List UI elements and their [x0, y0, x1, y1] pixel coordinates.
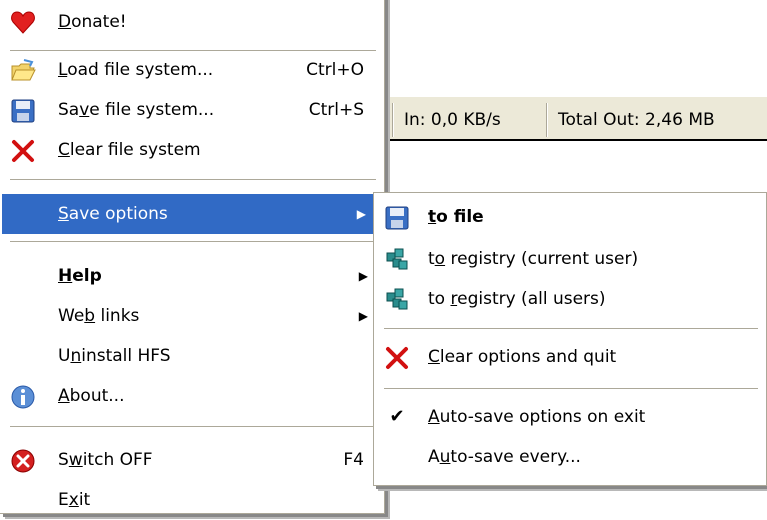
floppy-disk-icon	[10, 98, 36, 124]
submenu-arrow-icon: ▶	[356, 207, 366, 221]
menu-item-clear-file-system[interactable]: Clear file system	[0, 130, 384, 170]
checkmark-icon: ✔	[389, 406, 405, 427]
red-x-icon	[384, 345, 410, 371]
submenu-item-clear-options-quit[interactable]: Clear options and quit	[374, 337, 766, 377]
stop-icon	[10, 448, 36, 474]
submenu-item-auto-save-on-exit[interactable]: ✔ Auto-save options on exit	[374, 397, 766, 437]
registry-icon	[384, 287, 410, 313]
menu-separator	[384, 388, 758, 389]
menu-item-about[interactable]: About...	[0, 376, 384, 416]
status-bar: In: 0,0 KB/s Total Out: 2,46 MB	[383, 97, 767, 141]
status-in: In: 0,0 KB/s	[393, 103, 501, 137]
status-total-out: Total Out: 2,46 MB	[547, 103, 715, 137]
menu-item-web-links[interactable]: Web links ▶	[0, 296, 384, 336]
menu-separator	[10, 426, 376, 427]
submenu-item-registry-all-users[interactable]: to registry (all users)	[374, 279, 766, 319]
menu-separator	[384, 328, 758, 329]
registry-icon	[384, 247, 410, 273]
submenu-item-to-file[interactable]: to file	[374, 197, 766, 237]
floppy-disk-icon	[384, 205, 410, 231]
save-options-submenu: to file to registry (current user) to re…	[373, 192, 767, 486]
menu-item-load-file-system[interactable]: Load file system... Ctrl+O	[0, 50, 384, 90]
main-menu: Donate! Load file system... Ctrl+O Save …	[0, 0, 385, 514]
red-x-icon	[10, 138, 36, 164]
menu-item-switch-off[interactable]: Switch OFF F4	[0, 440, 384, 480]
shortcut-ctrl-o: Ctrl+O	[306, 60, 364, 80]
menu-item-donate[interactable]: Donate!	[0, 2, 384, 42]
open-folder-icon	[10, 58, 36, 84]
submenu-item-auto-save-every[interactable]: Auto-save every...	[374, 437, 766, 477]
app-background	[383, 0, 767, 97]
menu-item-help[interactable]: Help ▶	[0, 256, 384, 296]
submenu-arrow-icon: ▶	[358, 269, 368, 283]
menu-separator	[10, 179, 376, 180]
menu-item-save-options[interactable]: Save options ▶	[2, 194, 382, 234]
menu-item-save-file-system[interactable]: Save file system... Ctrl+S	[0, 90, 384, 130]
info-icon	[10, 384, 36, 410]
menu-separator	[10, 241, 376, 242]
menu-item-exit[interactable]: Exit	[0, 480, 384, 520]
submenu-arrow-icon: ▶	[358, 309, 368, 323]
submenu-item-registry-current-user[interactable]: to registry (current user)	[374, 239, 766, 279]
menu-item-uninstall-hfs[interactable]: Uninstall HFS	[0, 336, 384, 376]
shortcut-ctrl-s: Ctrl+S	[308, 100, 364, 120]
shortcut-f4: F4	[343, 450, 364, 470]
heart-icon	[10, 10, 36, 36]
